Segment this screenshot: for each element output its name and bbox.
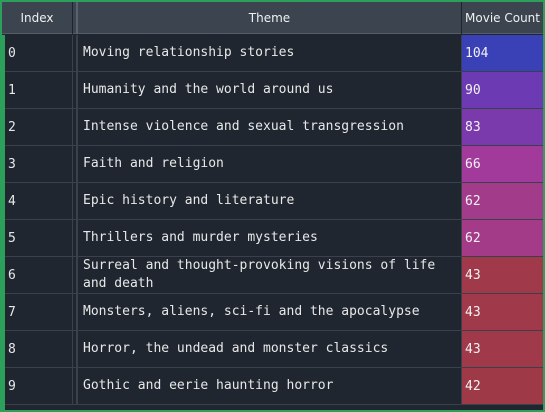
- theme-cell: Intense violence and sexual transgressio…: [76, 109, 462, 145]
- column-header-index[interactable]: Index: [2, 2, 73, 34]
- selection-accent: [2, 35, 5, 410]
- table-row[interactable]: 6 Surreal and thought-provoking visions …: [2, 257, 543, 294]
- table-row[interactable]: 1 Humanity and the world around us 90: [2, 72, 543, 109]
- column-header-theme[interactable]: Theme: [76, 2, 462, 34]
- movie-count-cell: 66: [462, 146, 543, 182]
- index-cell: 5: [2, 220, 73, 256]
- table-header: Index Theme Movie Count: [2, 2, 543, 34]
- movie-count-cell: 43: [462, 331, 543, 367]
- index-cell: 6: [2, 257, 73, 293]
- theme-cell: Surreal and thought-provoking visions of…: [76, 257, 462, 293]
- movie-count-cell: 83: [462, 109, 543, 145]
- table-row[interactable]: 3 Faith and religion 66: [2, 146, 543, 183]
- movie-count-cell: 62: [462, 220, 543, 256]
- movie-count-cell: 43: [462, 257, 543, 293]
- table-row[interactable]: 7 Monsters, aliens, sci-fi and the apoca…: [2, 294, 543, 331]
- theme-cell: Moving relationship stories: [76, 35, 462, 71]
- table-row[interactable]: 0 Moving relationship stories 104: [2, 35, 543, 72]
- index-cell: 0: [2, 35, 73, 71]
- movie-count-cell: 43: [462, 294, 543, 330]
- index-cell: 8: [2, 331, 73, 367]
- column-header-movie-count[interactable]: Movie Count: [462, 2, 543, 34]
- movie-count-cell: 90: [462, 72, 543, 108]
- movie-count-cell: 62: [462, 183, 543, 219]
- theme-cell: Epic history and literature: [76, 183, 462, 219]
- table-row[interactable]: 4 Epic history and literature 62: [2, 183, 543, 220]
- table-row[interactable]: 8 Horror, the undead and monster classic…: [2, 331, 543, 368]
- theme-cell: Humanity and the world around us: [76, 72, 462, 108]
- index-cell: 9: [2, 368, 73, 404]
- theme-cell: Thrillers and murder mysteries: [76, 220, 462, 256]
- table-row[interactable]: 9 Gothic and eerie haunting horror 42: [2, 368, 543, 405]
- theme-cell: Monsters, aliens, sci-fi and the apocaly…: [76, 294, 462, 330]
- theme-cell: Gothic and eerie haunting horror: [76, 368, 462, 404]
- theme-cell: Faith and religion: [76, 146, 462, 182]
- index-cell: 3: [2, 146, 73, 182]
- index-cell: 2: [2, 109, 73, 145]
- data-table: Index Theme Movie Count 0 Moving relatio…: [2, 2, 543, 410]
- movie-count-cell: 104: [462, 35, 543, 71]
- theme-cell: Horror, the undead and monster classics: [76, 331, 462, 367]
- table-row[interactable]: 5 Thrillers and murder mysteries 62: [2, 220, 543, 257]
- index-cell: 7: [2, 294, 73, 330]
- index-cell: 4: [2, 183, 73, 219]
- table-row[interactable]: 2 Intense violence and sexual transgress…: [2, 109, 543, 146]
- movie-count-cell: 42: [462, 368, 543, 404]
- index-cell: 1: [2, 72, 73, 108]
